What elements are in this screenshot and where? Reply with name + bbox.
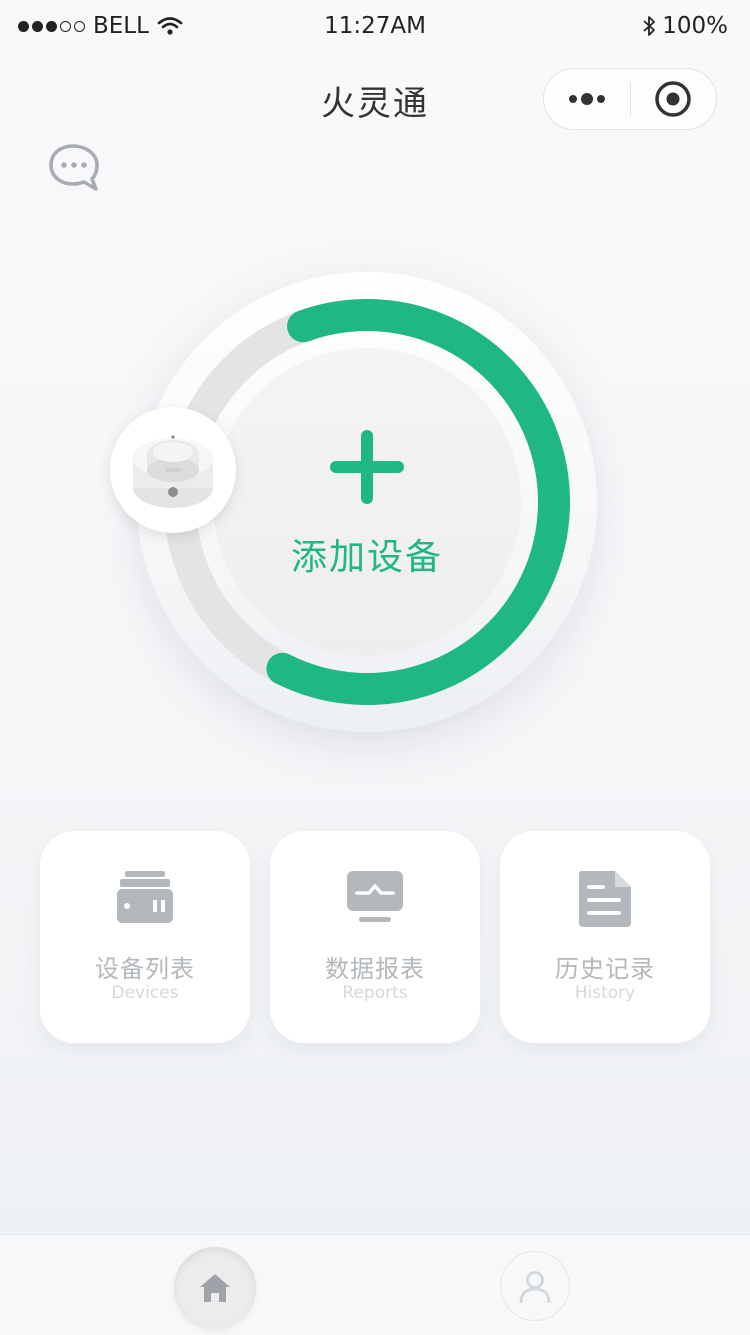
card-devices[interactable]: 设备列表 Devices bbox=[40, 831, 250, 1043]
status-time: 11:27AM bbox=[324, 13, 426, 39]
chat-message-icon[interactable] bbox=[46, 142, 102, 194]
card-subtitle: History bbox=[574, 983, 636, 1003]
card-title: 历史记录 bbox=[555, 955, 655, 983]
card-subtitle: Devices bbox=[111, 983, 179, 1003]
card-subtitle: Reports bbox=[342, 983, 408, 1003]
card-reports[interactable]: 数据报表 Reports bbox=[270, 831, 480, 1043]
tab-bar bbox=[0, 1234, 750, 1335]
device-list-icon bbox=[117, 871, 173, 923]
tab-profile[interactable] bbox=[500, 1251, 570, 1321]
more-button[interactable] bbox=[544, 69, 630, 129]
device-thumbnail[interactable] bbox=[110, 407, 236, 533]
home-icon bbox=[200, 1274, 230, 1302]
card-title: 数据报表 bbox=[325, 955, 425, 983]
add-device-label: 添加设备 bbox=[290, 537, 443, 578]
history-document-icon bbox=[579, 871, 631, 927]
close-miniprogram-icon bbox=[655, 81, 691, 117]
card-history[interactable]: 历史记录 History bbox=[500, 831, 710, 1043]
bluetooth-icon bbox=[643, 16, 656, 36]
smoke-detector-icon bbox=[133, 435, 213, 508]
status-right: 100% bbox=[642, 13, 728, 39]
more-icon bbox=[568, 93, 605, 105]
battery-level: 100% bbox=[662, 13, 728, 39]
feature-cards: 设备列表 Devices 数据报表 Reports 历史记录 History bbox=[40, 831, 710, 1043]
plus-icon bbox=[330, 430, 404, 504]
miniprogram-capsule bbox=[543, 68, 717, 130]
user-icon bbox=[519, 1271, 551, 1303]
reports-monitor-icon bbox=[347, 871, 403, 922]
status-bar: BELL 11:27AM 100% bbox=[0, 0, 750, 54]
close-miniprogram-button[interactable] bbox=[631, 69, 717, 129]
tab-home[interactable] bbox=[174, 1247, 256, 1329]
card-title: 设备列表 bbox=[95, 955, 195, 983]
